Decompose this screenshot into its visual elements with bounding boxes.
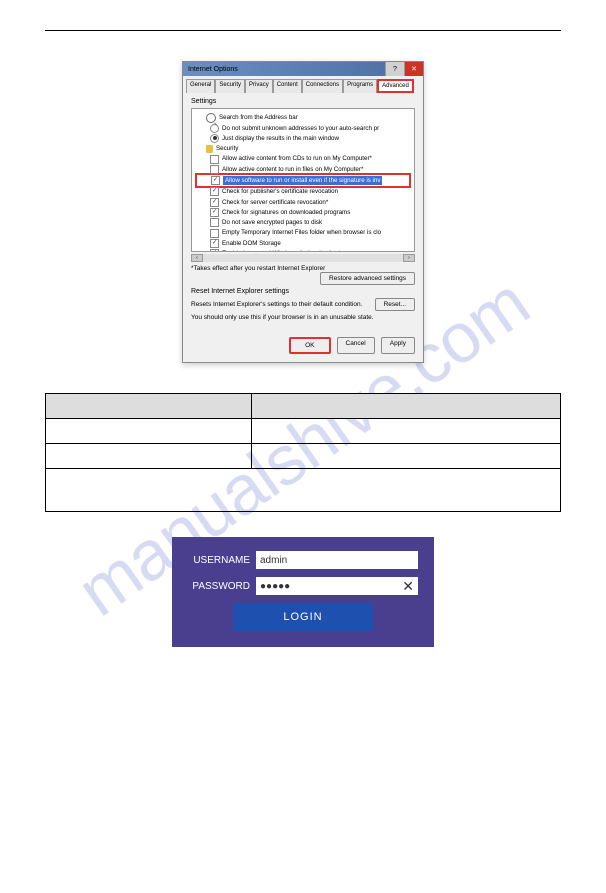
tree-item: Allow active content from CDs to run on …: [222, 154, 372, 163]
dialog-titlebar: Internet Options ? ✕: [183, 62, 423, 76]
document-table: [45, 393, 561, 512]
table-cell: [252, 419, 561, 444]
table-header: [252, 394, 561, 419]
table-header: [46, 394, 252, 419]
tab-connections[interactable]: Connections: [302, 79, 343, 93]
tab-general[interactable]: General: [186, 79, 215, 93]
settings-label: Settings: [191, 98, 415, 105]
settings-tree[interactable]: Search from the Address bar Do not submi…: [191, 108, 415, 252]
help-button[interactable]: ?: [385, 62, 404, 76]
checkbox[interactable]: [210, 165, 219, 174]
tree-item: Check for publisher's certificate revoca…: [222, 187, 338, 196]
checkbox[interactable]: ✓: [210, 198, 219, 207]
tree-item: Do not save encrypted pages to disk: [222, 218, 322, 227]
checkbox[interactable]: ✓: [210, 208, 219, 217]
dialog-title: Internet Options: [188, 66, 238, 73]
tree-header: Security: [216, 144, 238, 153]
tab-content[interactable]: Content: [273, 79, 302, 93]
checkbox[interactable]: [210, 229, 219, 238]
cancel-button[interactable]: Cancel: [337, 337, 375, 354]
tab-bar: General Security Privacy Content Connect…: [183, 76, 423, 93]
tree-item: Check for signatures on downloaded progr…: [222, 208, 350, 217]
tab-security[interactable]: Security: [215, 79, 245, 93]
radio[interactable]: [210, 124, 219, 133]
tree-item: Allow active content to run in files on …: [222, 165, 363, 174]
table-cell: [46, 419, 252, 444]
tree-header: Search from the Address bar: [219, 113, 298, 122]
tree-item: Do not submit unknown addresses to your …: [222, 124, 379, 133]
password-input[interactable]: ●●●●● ✕: [256, 577, 418, 595]
restore-advanced-button[interactable]: Restore advanced settings: [320, 272, 415, 285]
checkbox[interactable]: [210, 218, 219, 227]
tree-item: Check for server certificate revocation*: [222, 198, 328, 207]
radio[interactable]: [210, 134, 219, 143]
checkbox[interactable]: ✓: [211, 176, 220, 185]
tab-advanced[interactable]: Advanced: [377, 79, 414, 93]
apply-button[interactable]: Apply: [381, 337, 415, 354]
table-cell: [252, 444, 561, 469]
tree-item: Just display the results in the main win…: [222, 134, 339, 143]
table-cell: [46, 469, 561, 512]
checkbox[interactable]: [210, 155, 219, 164]
reset-note: Resets Internet Explorer's settings to t…: [191, 301, 369, 308]
login-button[interactable]: LOGIN: [233, 603, 373, 631]
checkbox[interactable]: ✓: [210, 239, 219, 248]
tree-item: Empty Temporary Internet Files folder wh…: [222, 228, 381, 237]
close-button[interactable]: ✕: [404, 62, 423, 76]
horizontal-scrollbar[interactable]: ‹›: [191, 254, 415, 262]
tab-programs[interactable]: Programs: [343, 79, 377, 93]
tree-item: Enable Integrated Windows Authentication…: [222, 249, 341, 252]
internet-options-dialog: Internet Options ? ✕ General Security Pr…: [182, 61, 424, 363]
tab-privacy[interactable]: Privacy: [245, 79, 273, 93]
show-password-icon[interactable]: ✕: [402, 578, 414, 595]
tree-item-highlighted: Allow software to run or install even if…: [223, 176, 382, 185]
reset-note2: You should only use this if your browser…: [191, 314, 415, 321]
checkbox[interactable]: ✓: [210, 187, 219, 196]
username-input[interactable]: admin: [256, 551, 418, 569]
checkbox[interactable]: ✓: [210, 249, 219, 252]
login-form: USERNAME admin PASSWORD ●●●●● ✕ LOGIN: [172, 537, 434, 647]
ok-button[interactable]: OK: [289, 337, 330, 354]
tree-item: Enable DOM Storage: [222, 239, 281, 248]
restart-note: *Takes effect after you restart Internet…: [191, 265, 415, 272]
lock-icon: [206, 145, 213, 153]
reset-button[interactable]: Reset...: [375, 298, 415, 311]
search-icon: [206, 113, 216, 123]
password-value: ●●●●●: [260, 581, 290, 592]
highlighted-option-box: ✓Allow software to run or install even i…: [195, 173, 411, 187]
table-cell: [46, 444, 252, 469]
username-label: USERNAME: [188, 555, 250, 566]
reset-label: Reset Internet Explorer settings: [191, 288, 415, 295]
password-label: PASSWORD: [188, 581, 250, 592]
horizontal-rule: [45, 30, 561, 31]
